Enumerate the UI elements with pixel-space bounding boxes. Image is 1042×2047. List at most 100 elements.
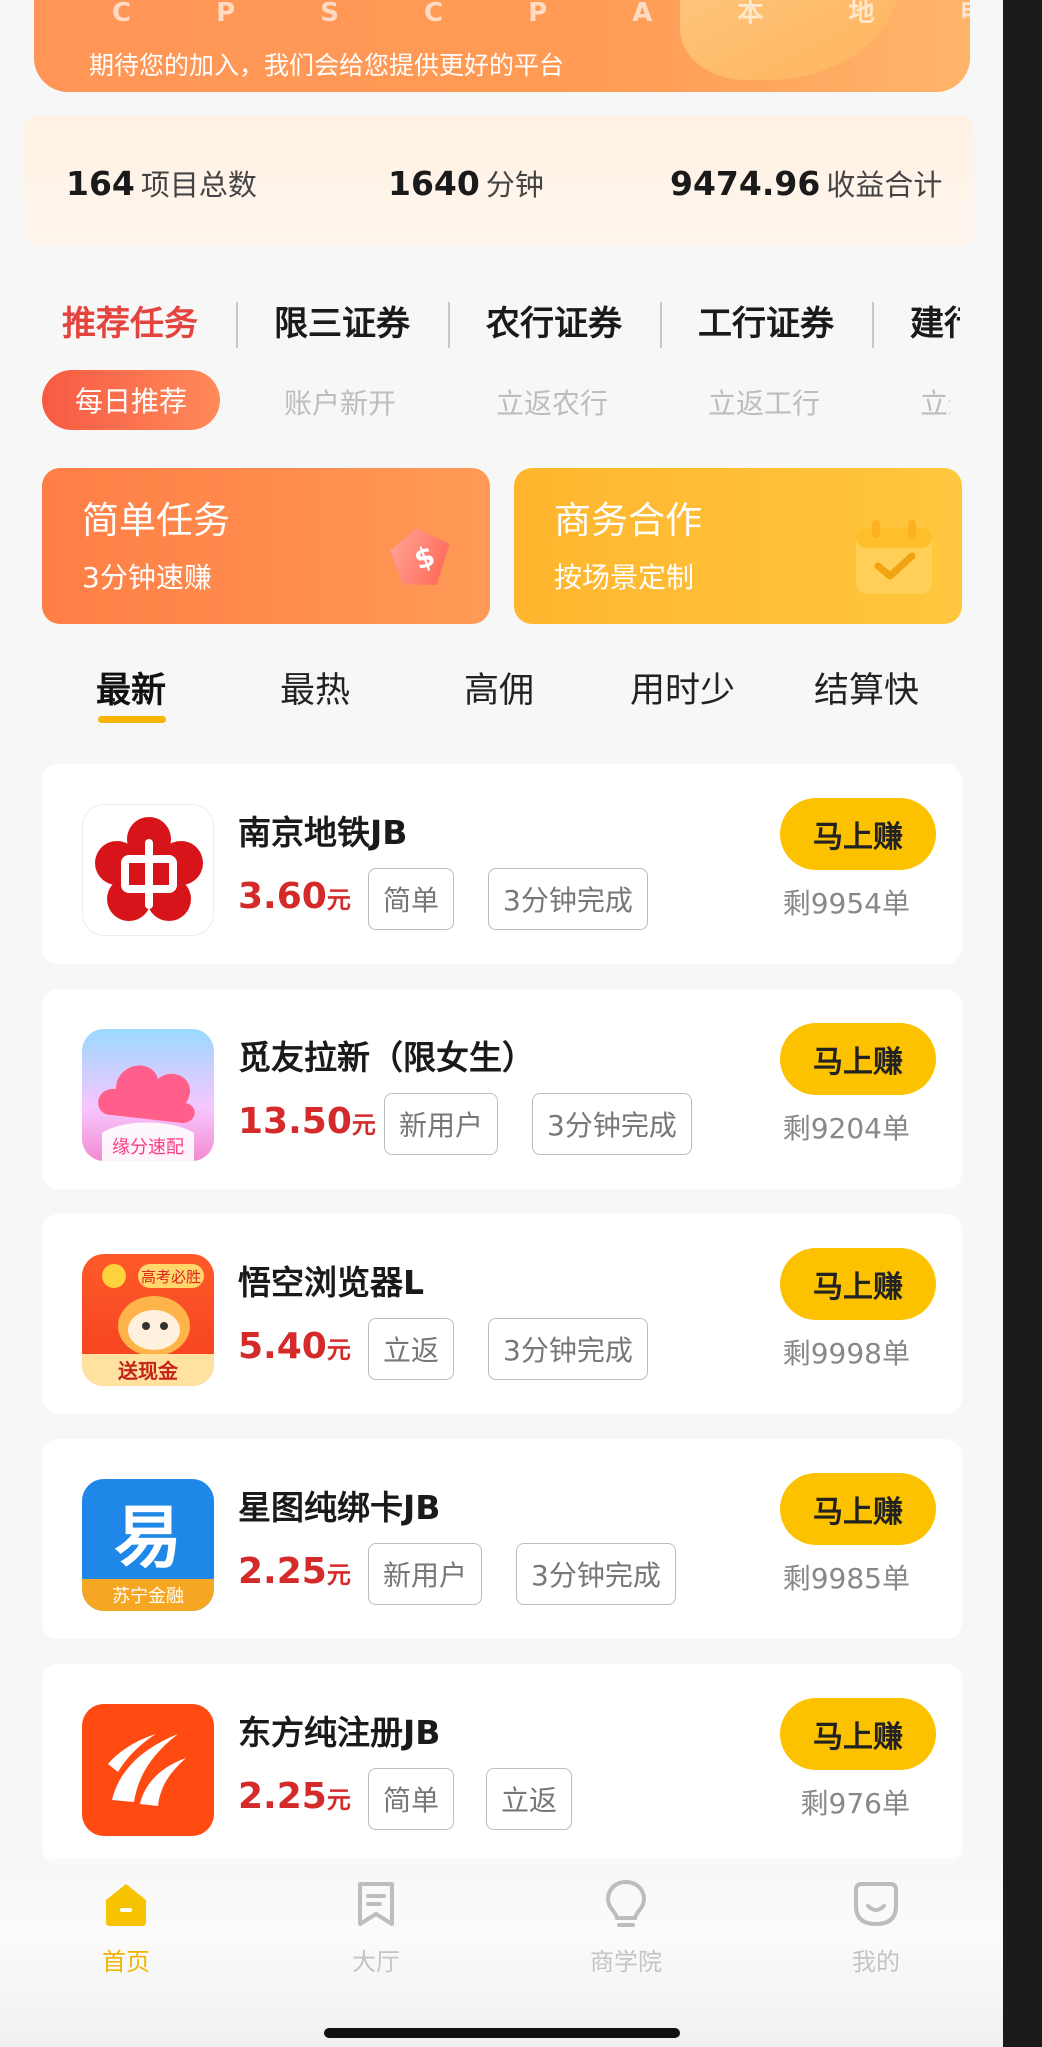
price-unit: 元 (326, 1561, 351, 1589)
task-price: 13.50元 (238, 1101, 376, 1142)
bottom-nav: 首页 大厅 商学院 我的 (0, 1858, 1003, 2047)
suning-finance-logo: 易 苏宁金融 (82, 1479, 214, 1611)
nav-home[interactable]: 首页 (66, 1878, 186, 1977)
calendar-check-icon (856, 520, 932, 594)
tab-abc-securities[interactable]: 农行证券 (486, 296, 622, 345)
smile-face-icon (854, 1882, 898, 1927)
earn-now-button[interactable]: 马上赚 (780, 1023, 936, 1095)
tab-limit-three-securities[interactable]: 限三证券 (274, 296, 410, 345)
nav-business-school[interactable]: 商学院 (566, 1878, 686, 1977)
nav-label: 首页 (102, 1948, 150, 1976)
logo-badge: 高考必胜 (141, 1268, 201, 1286)
task-card[interactable]: 易 苏宁金融 星图纯绑卡JB 2.25元 新用户 3分钟完成 马上赚 剩9985… (42, 1439, 962, 1639)
stat-label: 收益合计 (826, 168, 943, 202)
logo-caption: 送现金 (118, 1359, 179, 1383)
tab-divider (236, 302, 238, 348)
nanjing-metro-logo (82, 804, 214, 936)
task-card[interactable]: 南京地铁JB 3.60元 简单 3分钟完成 马上赚 剩9954单 (42, 764, 962, 964)
stat-minutes: 1640 分钟 (388, 162, 544, 204)
sort-tabs: 最新 最热 高佣 用时少 结算快 (0, 662, 1003, 722)
sort-fast-settlement[interactable]: 结算快 (814, 662, 919, 713)
task-name: 觅友拉新（限女生） (238, 1038, 535, 1077)
eastmoney-logo (82, 1704, 214, 1836)
task-tag: 3分钟完成 (488, 868, 648, 930)
stat-label: 分钟 (485, 168, 544, 202)
nav-label: 商学院 (590, 1948, 662, 1976)
stat-project-total: 164 项目总数 (66, 162, 257, 204)
banner-text: 期待您的加入，我们会给您提供更好的平台 (89, 51, 565, 80)
stat-value: 1640 (388, 164, 480, 203)
logo-caption: 缘分速配 (112, 1137, 184, 1158)
price-value: 13.50 (238, 1101, 352, 1142)
promo-subtitle: 按场景定制 (554, 561, 695, 594)
nav-hall[interactable]: 大厅 (316, 1878, 436, 1977)
sort-latest[interactable]: 最新 (96, 662, 166, 713)
earn-now-button[interactable]: 马上赚 (780, 1248, 936, 1320)
sort-hottest[interactable]: 最热 (280, 662, 350, 713)
wukong-browser-logo: 高考必胜 送现金 (82, 1254, 214, 1386)
tab-ccb[interactable]: 建行 (910, 296, 960, 345)
task-tag: 立返 (486, 1768, 573, 1830)
price-unit: 元 (326, 1786, 351, 1814)
remaining-count: 剩9204单 (782, 1112, 910, 1145)
task-tag: 新用户 (384, 1093, 499, 1155)
nav-label: 我的 (852, 1948, 900, 1976)
logo-caption: 苏宁金融 (112, 1586, 184, 1607)
tab-recommended-tasks[interactable]: 推荐任务 (62, 296, 198, 345)
bookmark-icon (358, 1882, 394, 1926)
price-unit: 元 (351, 1111, 376, 1139)
task-card[interactable]: 缘分速配 觅友拉新（限女生） 13.50元 新用户 3分钟完成 马上赚 剩920… (42, 989, 962, 1189)
promo-title: 商务合作 (554, 499, 702, 542)
price-value: 2.25 (238, 1776, 327, 1817)
task-tag: 3分钟完成 (516, 1543, 676, 1605)
price-tag-icon: $ (390, 528, 450, 585)
stat-value: 164 (66, 164, 135, 203)
logo-glyph: 易 (114, 1499, 182, 1578)
home-icon (106, 1884, 146, 1926)
screen-edge (1003, 0, 1042, 2047)
app-screen: C P S C P A 本 地 电 商 期待您的加入，我们会给您提供更好的平台 … (0, 0, 1003, 2047)
promo-subtitle: 3分钟速赚 (82, 561, 212, 594)
task-price: 5.40元 (238, 1326, 351, 1367)
subtab-rebate-more[interactable]: 立返 (920, 382, 950, 422)
task-tag: 新用户 (368, 1543, 483, 1605)
price-value: 2.25 (238, 1551, 327, 1592)
yuanfen-cloud-logo: 缘分速配 (82, 1029, 214, 1161)
task-card[interactable]: 东方纯注册JB 2.25元 简单 立返 马上赚 剩976单 (42, 1664, 962, 1864)
stat-income-total: 9474.96 收益合计 (670, 162, 942, 204)
sub-tabs: 每日推荐 账户新开 立返农行 立返工行 立返 (0, 370, 1003, 432)
home-indicator (324, 2028, 680, 2038)
tab-divider (660, 302, 662, 348)
remaining-count: 剩9954单 (782, 887, 910, 920)
earn-now-button[interactable]: 马上赚 (780, 1473, 936, 1545)
stats-panel: 164 项目总数 1640 分钟 9474.96 收益合计 (24, 116, 974, 246)
promo-simple-task[interactable]: 简单任务 3分钟速赚 $ (42, 468, 490, 624)
task-name: 南京地铁JB (238, 813, 408, 852)
promo-business-coop[interactable]: 商务合作 按场景定制 (514, 468, 962, 624)
earn-now-button[interactable]: 马上赚 (780, 798, 936, 870)
price-unit: 元 (326, 1336, 351, 1364)
task-name: 东方纯注册JB (238, 1713, 441, 1752)
task-price: 2.25元 (238, 1551, 351, 1592)
price-value: 5.40 (238, 1326, 327, 1367)
subtab-new-account[interactable]: 账户新开 (284, 382, 396, 422)
top-banner[interactable]: C P S C P A 本 地 电 商 期待您的加入，我们会给您提供更好的平台 (34, 0, 970, 92)
sort-less-time[interactable]: 用时少 (630, 662, 735, 713)
tab-icbc-securities[interactable]: 工行证券 (698, 296, 834, 345)
task-card[interactable]: 高考必胜 送现金 悟空浏览器L 5.40元 立返 3分钟完成 马上赚 剩9998… (42, 1214, 962, 1414)
remaining-count: 剩976单 (800, 1787, 910, 1820)
stat-value: 9474.96 (670, 164, 821, 203)
sort-high-commission[interactable]: 高佣 (464, 662, 534, 713)
task-tag: 立返 (368, 1318, 455, 1380)
task-name: 悟空浏览器L (238, 1263, 425, 1302)
subtab-rebate-abc[interactable]: 立返农行 (496, 382, 608, 422)
remaining-count: 剩9985单 (782, 1562, 910, 1595)
banner-tags: C P S C P A 本 地 电 商 (112, 0, 970, 28)
task-price: 2.25元 (238, 1776, 351, 1817)
subtab-rebate-icbc[interactable]: 立返工行 (708, 382, 820, 422)
remaining-count: 剩9998单 (782, 1337, 910, 1370)
task-tag: 简单 (368, 1768, 455, 1830)
nav-mine[interactable]: 我的 (816, 1878, 936, 1977)
earn-now-button[interactable]: 马上赚 (780, 1698, 936, 1770)
subtab-daily-recommend[interactable]: 每日推荐 (42, 370, 220, 430)
